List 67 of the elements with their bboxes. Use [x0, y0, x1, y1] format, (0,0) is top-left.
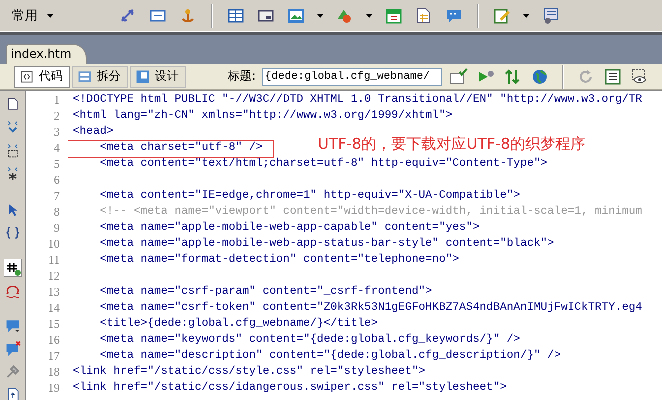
- calendar-icon[interactable]: [385, 6, 403, 24]
- annotation-text: UTF-8的，要下载对应UTF-8的织梦程序: [318, 135, 586, 154]
- code-line: <meta name="apple-mobile-web-app-capable" content="yes">: [100, 221, 480, 235]
- view-tab[interactable]: 拆分: [72, 66, 128, 88]
- code-line: <meta name="description" content="{dede:global.cfg_description/}" />: [100, 349, 562, 363]
- code-line: <meta name="format-detection" content="telephone=no">: [100, 253, 460, 267]
- line-number: 1: [53, 93, 61, 109]
- code-line: <meta name="apple-mobile-web-app-status-bar-style" content="black">: [100, 237, 554, 251]
- line-number: 17: [47, 349, 61, 365]
- line-number: 5: [53, 157, 61, 173]
- line-numbers-icon[interactable]: [4, 259, 22, 277]
- view-tab[interactable]: 设计: [130, 66, 186, 88]
- split-view-icon[interactable]: [77, 68, 93, 84]
- code-line: <link href="/static/css/idangerous.swiper.css" rel="stylesheet">: [73, 381, 507, 395]
- caret-icon[interactable]: [366, 14, 373, 18]
- title-field[interactable]: {dede:global.cfg_webname/: [262, 68, 442, 86]
- code-line: <html lang="zh-CN" xmlns="http://www.w3.org/1999/xhtml">: [73, 109, 453, 123]
- table-icon[interactable]: [227, 6, 245, 24]
- caret-icon[interactable]: [523, 14, 530, 18]
- highlight-invalid-icon[interactable]: [4, 284, 20, 300]
- line-number: 18: [47, 365, 61, 381]
- visual-aids-icon[interactable]: [631, 68, 650, 86]
- caret-icon[interactable]: [46, 14, 55, 18]
- line-number: 2: [53, 109, 61, 125]
- edit-icon[interactable]: [493, 6, 511, 24]
- code-line: <meta charset="utf-8" />: [100, 141, 263, 155]
- code-line: <head>: [73, 125, 114, 139]
- line-number: 8: [53, 205, 61, 221]
- line-number: 7: [53, 189, 61, 205]
- code-line: <!DOCTYPE html PUBLIC "-//W3C//DTD XHTML 1.0 Transitional//EN" "http://www.w3.org/TR: [73, 93, 642, 107]
- code-view-icon[interactable]: [19, 68, 35, 84]
- title-label: 标题:: [228, 68, 256, 85]
- line-number: 3: [53, 125, 61, 141]
- view-options-icon[interactable]: [604, 68, 622, 86]
- line-number: 6: [53, 173, 61, 189]
- code-comment: <!-- <meta name="viewport" content="width=device-width, initial-scale=1, minimum: [100, 205, 642, 219]
- line-number: 14: [47, 301, 61, 317]
- design-view-icon[interactable]: [135, 68, 151, 84]
- comment-icon[interactable]: [4, 318, 20, 334]
- line-number: 10: [47, 237, 61, 253]
- validate-icon[interactable]: [450, 68, 468, 86]
- line-number: 19: [47, 381, 61, 397]
- line-number: 11: [47, 253, 61, 269]
- line-number: 4: [53, 141, 61, 157]
- code-line: <meta name="keywords" content="{dede:global.cfg_keywords/}" />: [100, 333, 520, 347]
- code-line: <meta content="text/html;charset=utf-8" http-equiv="Content-Type">: [100, 157, 548, 171]
- line-number: 13: [47, 285, 61, 301]
- braces-icon[interactable]: [4, 225, 20, 241]
- image-icon[interactable]: [287, 6, 305, 24]
- document-icon[interactable]: [415, 6, 433, 24]
- code-line: <meta name="csrf-token" content="Z0k3Rk53N1gEGFoHKBZ7AS4ndBAnAnIMUjFwICkTRTY.eg4: [100, 301, 642, 315]
- code-line: <meta name="csrf-param" content="_csrf-frontend">: [100, 285, 432, 299]
- line-number: 16: [47, 333, 61, 349]
- code-line: <title>{dede:global.cfg_webname/}</title>: [100, 317, 378, 331]
- line-number: 9: [53, 221, 61, 237]
- document-tab[interactable]: index.htm: [6, 44, 87, 64]
- remove-comment-icon[interactable]: [4, 341, 20, 357]
- caret-icon[interactable]: [317, 14, 324, 18]
- line-number: 12: [47, 269, 61, 285]
- line-number: 15: [47, 317, 61, 333]
- globe-icon[interactable]: [531, 68, 550, 86]
- file-transfer-icon[interactable]: [504, 68, 522, 86]
- category-dropdown[interactable]: 常用: [8, 4, 59, 26]
- code-line: <meta content="IE=edge,chrome=1" http-equiv="X-UA-Compatible">: [100, 189, 520, 203]
- anchor-icon[interactable]: [179, 6, 197, 24]
- code-line: <link href="/static/css/style.css" rel="stylesheet">: [73, 365, 426, 379]
- view-tab[interactable]: 代码: [14, 66, 70, 88]
